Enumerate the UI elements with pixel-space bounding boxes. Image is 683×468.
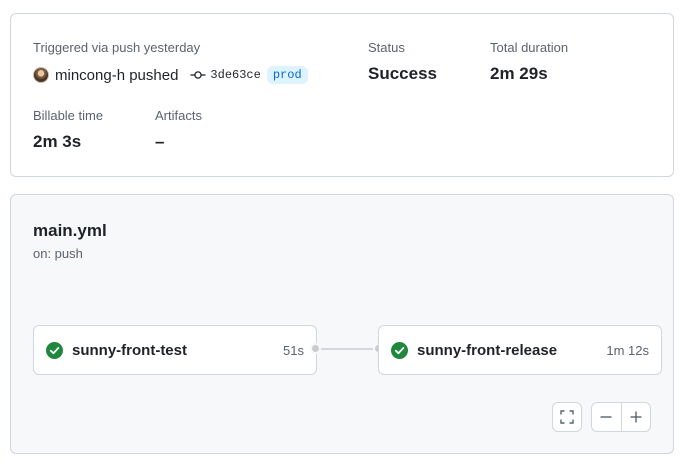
zoom-in-icon	[630, 411, 642, 423]
check-circle-icon	[391, 341, 408, 359]
job-duration: 51s	[283, 342, 304, 358]
billable-value[interactable]: 2m 3s	[33, 132, 81, 152]
commit-sha-link[interactable]: 3de63ce	[210, 68, 260, 82]
zoom-controls	[591, 402, 651, 432]
duration-value: 2m 29s	[490, 64, 548, 83]
job-name: sunny-front-release	[417, 341, 558, 359]
branch-badge[interactable]: prod	[266, 66, 308, 84]
actor-text[interactable]: mincong-h pushed	[55, 67, 178, 84]
fullscreen-icon	[553, 403, 581, 431]
avatar[interactable]	[33, 67, 49, 83]
billable-label: Billable time	[33, 108, 104, 123]
run-summary-card: Triggered via push yesterday mincong-h p…	[10, 13, 674, 177]
zoom-out-button[interactable]	[592, 403, 621, 431]
check-circle-icon	[46, 341, 63, 359]
workflow-graph-panel: main.yml on: push sunny-front-test 51s s…	[10, 194, 674, 454]
artifacts-value: –	[155, 132, 165, 151]
trigger-text: Triggered via push yesterday	[33, 40, 201, 55]
connector-dot-out	[310, 343, 321, 354]
git-commit-icon	[190, 67, 206, 83]
job-card-release[interactable]: sunny-front-release 1m 12s	[378, 325, 662, 375]
zoom-in-button[interactable]	[622, 403, 651, 431]
trigger-details: mincong-h pushed 3de63ce prod	[33, 64, 308, 86]
zoom-out-icon	[600, 416, 612, 418]
job-duration: 1m 12s	[606, 342, 649, 358]
status-label: Status	[368, 40, 405, 55]
artifacts-label: Artifacts	[155, 108, 202, 123]
workflow-trigger: on: push	[33, 246, 83, 261]
fullscreen-button[interactable]	[552, 402, 582, 432]
status-value: Success	[368, 64, 437, 83]
job-name: sunny-front-test	[72, 341, 187, 359]
job-connector-line	[316, 348, 379, 350]
workflow-file-name: main.yml	[33, 221, 107, 240]
duration-label: Total duration	[490, 40, 569, 55]
job-card-test[interactable]: sunny-front-test 51s	[33, 325, 317, 375]
